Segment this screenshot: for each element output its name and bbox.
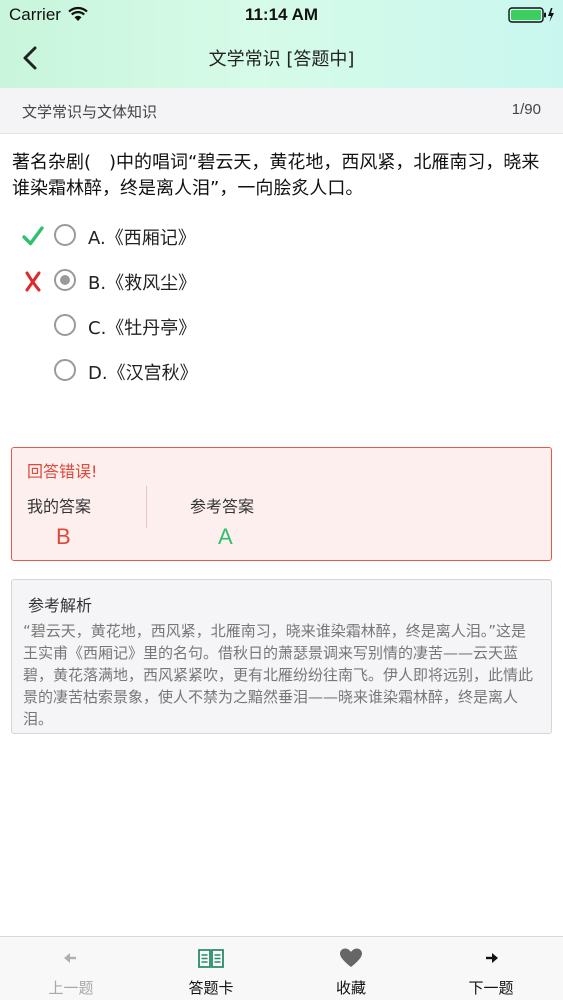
header: Carrier 11:14 AM 文学常识 [答题中] (0, 0, 563, 88)
heart-icon (339, 947, 363, 973)
option-d[interactable]: D.《汉宫秋》 (0, 352, 563, 392)
my-answer-label: 我的答案 (27, 497, 92, 516)
favorite-button[interactable]: 收藏 (281, 937, 421, 1000)
page-title: 文学常识 [答题中] (208, 49, 355, 70)
analysis-title: 参考解析 (28, 596, 93, 615)
option-a[interactable]: A.《西厢记》 (0, 217, 563, 257)
analysis-text: “碧云天，黄花地，西风紧，北雁南习，晓来谁染霜林醉，终是离人泪。”这是王实甫《西… (23, 622, 534, 728)
prev-question-button[interactable]: 上一题 (1, 937, 141, 1000)
favorite-label: 收藏 (335, 979, 366, 997)
next-question-button[interactable]: 下一题 (421, 937, 561, 1000)
result-title: 回答错误! (27, 462, 98, 481)
option-b-label: B.《救风尘》 (88, 273, 197, 294)
next-question-label: 下一题 (468, 979, 514, 997)
checkmark-icon (20, 223, 46, 249)
status-time: 11:14 AM (244, 5, 319, 24)
arrow-right-icon (480, 947, 502, 973)
option-a-radio[interactable] (54, 224, 76, 246)
option-d-radio[interactable] (54, 359, 76, 381)
option-c[interactable]: C.《牡丹亭》 (0, 307, 563, 347)
cross-icon (20, 268, 46, 294)
category-label: 文学常识与文体知识 (22, 103, 158, 121)
prev-question-label: 上一题 (48, 979, 94, 997)
option-c-radio[interactable] (54, 314, 76, 336)
answer-result-panel: 回答错误! 我的答案 B 参考答案 A (11, 447, 552, 561)
option-c-label: C.《牡丹亭》 (88, 318, 197, 339)
reference-answer-label: 参考答案 (190, 497, 255, 516)
analysis-panel: 参考解析 “碧云天，黄花地，西风紧，北雁南习，晓来谁染霜林醉，终是离人泪。”这是… (11, 579, 552, 734)
arrow-left-icon (60, 947, 82, 973)
answer-card-button[interactable]: 答题卡 (141, 937, 281, 1000)
my-answer-value: B (56, 524, 71, 549)
status-bar: Carrier 11:14 AM (0, 0, 563, 30)
battery-icon (508, 6, 556, 28)
progress-counter: 1/90 (511, 101, 541, 118)
question-text: 著名杂剧( )中的唱词“碧云天，黄花地，西风紧，北雁南习，晓来谁染霜林醉，终是离… (12, 152, 540, 199)
book-icon (197, 947, 225, 973)
option-b[interactable]: B.《救风尘》 (0, 262, 563, 302)
bottom-tab-bar: 上一题 答题卡 收藏 下一题 (0, 936, 563, 1000)
option-b-radio[interactable] (54, 269, 76, 291)
reference-answer-value: A (218, 524, 233, 549)
nav-bar: 文学常识 [答题中] (0, 32, 563, 82)
option-d-label: D.《汉宫秋》 (88, 363, 198, 384)
quiz-subheader: 文学常识与文体知识 1/90 (0, 88, 563, 134)
result-divider (146, 486, 147, 528)
option-a-label: A.《西厢记》 (88, 228, 196, 249)
answer-card-label: 答题卡 (188, 979, 234, 997)
